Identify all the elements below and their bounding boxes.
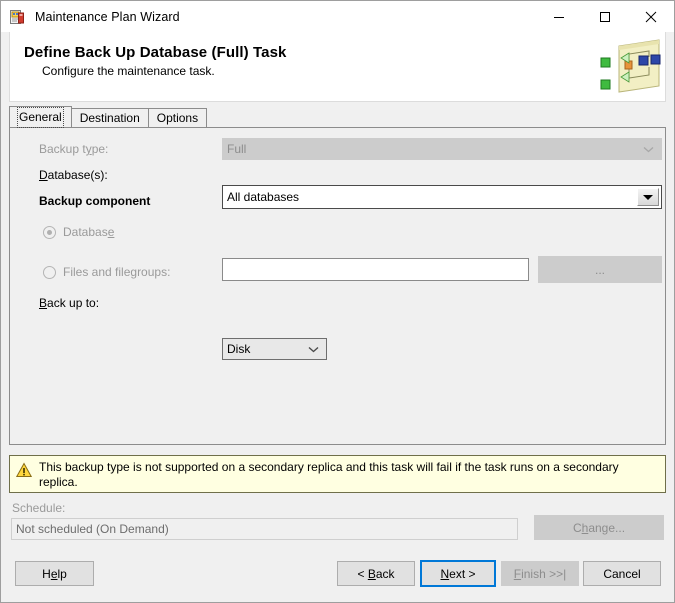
page-title: Define Back Up Database (Full) Task <box>24 44 287 61</box>
tab-strip: General Destination Options <box>9 106 666 128</box>
title-bar: Maintenance Plan Wizard <box>1 1 674 32</box>
backup-type-combo: Full <box>222 138 662 160</box>
maintenance-plan-diagram-icon <box>597 34 661 98</box>
files-filegroups-browse-label: ... <box>594 262 605 277</box>
help-label: Help <box>42 566 67 581</box>
tab-destination[interactable]: Destination <box>70 108 149 127</box>
backup-type-label-group: Backup type: <box>39 142 108 156</box>
maintenance-plan-icon <box>10 9 26 25</box>
radio-database-label: Database <box>63 225 115 239</box>
finish-label: Finish >>| <box>513 566 567 581</box>
back-up-to-label-group: Back up to: <box>39 296 99 310</box>
radio-database: Database <box>43 225 114 239</box>
radio-files-filegroups: Files and filegroups: <box>43 265 170 279</box>
finish-button: Finish >>| <box>501 561 579 586</box>
warning-triangle-icon <box>15 462 33 478</box>
window-title: Maintenance Plan Wizard <box>35 9 180 24</box>
tab-options[interactable]: Options <box>147 108 208 127</box>
backup-type-value: Full <box>227 142 247 156</box>
help-button[interactable]: Help <box>15 561 94 586</box>
schedule-value: Not scheduled (On Demand) <box>16 522 169 536</box>
databases-value: All databases <box>227 190 300 204</box>
warning-message: This backup type is not supported on a s… <box>39 460 619 489</box>
tab-destination-label: Destination <box>79 111 140 125</box>
backup-type-label: Backup type: <box>39 142 109 156</box>
schedule-section: Schedule: Not scheduled (On Demand) Chan… <box>9 501 666 547</box>
schedule-input: Not scheduled (On Demand) <box>11 518 518 540</box>
radio-database-indicator <box>43 225 56 239</box>
next-label: Next > <box>440 566 476 581</box>
wizard-header-banner: Define Back Up Database (Full) Task Conf… <box>9 32 666 102</box>
back-button[interactable]: < Back <box>337 561 415 586</box>
general-tab-panel: Backup type: Full Database(s): All datab… <box>9 127 666 445</box>
minimize-button[interactable] <box>536 2 582 32</box>
change-schedule-button: Change... <box>534 515 664 540</box>
radio-files-filegroups-indicator <box>43 265 56 279</box>
tab-general[interactable]: General <box>9 106 72 128</box>
files-filegroups-browse-button: ... <box>538 256 662 283</box>
close-button[interactable] <box>628 2 674 32</box>
cancel-button[interactable]: Cancel <box>583 561 661 586</box>
backup-component-label: Backup component <box>39 194 151 208</box>
change-schedule-label: Change... <box>572 520 626 535</box>
maintenance-plan-wizard-window: Maintenance Plan Wizard Define Back Up D… <box>0 0 675 603</box>
next-button[interactable]: Next > <box>420 560 496 587</box>
warning-panel: This backup type is not supported on a s… <box>9 455 666 493</box>
chevron-down-icon <box>308 342 319 356</box>
databases-label-group: Database(s): <box>39 168 108 182</box>
files-filegroups-input <box>222 258 529 281</box>
back-label: < Back <box>357 566 395 581</box>
backup-component-group: Backup component <box>39 194 150 208</box>
databases-dropdown-button[interactable] <box>637 188 659 206</box>
triangle-down-icon <box>643 194 653 200</box>
maximize-button[interactable] <box>582 2 628 32</box>
chevron-down-icon <box>643 142 654 156</box>
schedule-label: Schedule: <box>12 501 66 515</box>
databases-label: Database(s): <box>39 168 108 182</box>
back-up-to-combo[interactable]: Disk <box>222 338 327 360</box>
back-up-to-value: Disk <box>227 342 251 356</box>
databases-combo[interactable]: All databases <box>222 185 662 209</box>
back-up-to-label: Back up to: <box>39 296 100 310</box>
banner-text-group: Define Back Up Database (Full) Task Conf… <box>10 32 286 78</box>
tab-general-label: General <box>17 107 64 128</box>
radio-files-filegroups-label: Files and filegroups: <box>63 265 171 279</box>
cancel-label: Cancel <box>603 566 641 581</box>
tab-options-label: Options <box>156 111 199 125</box>
wizard-footer: Help < Back Next > Finish >>| Cancel <box>1 547 674 602</box>
page-subtitle: Configure the maintenance task. <box>42 64 215 78</box>
